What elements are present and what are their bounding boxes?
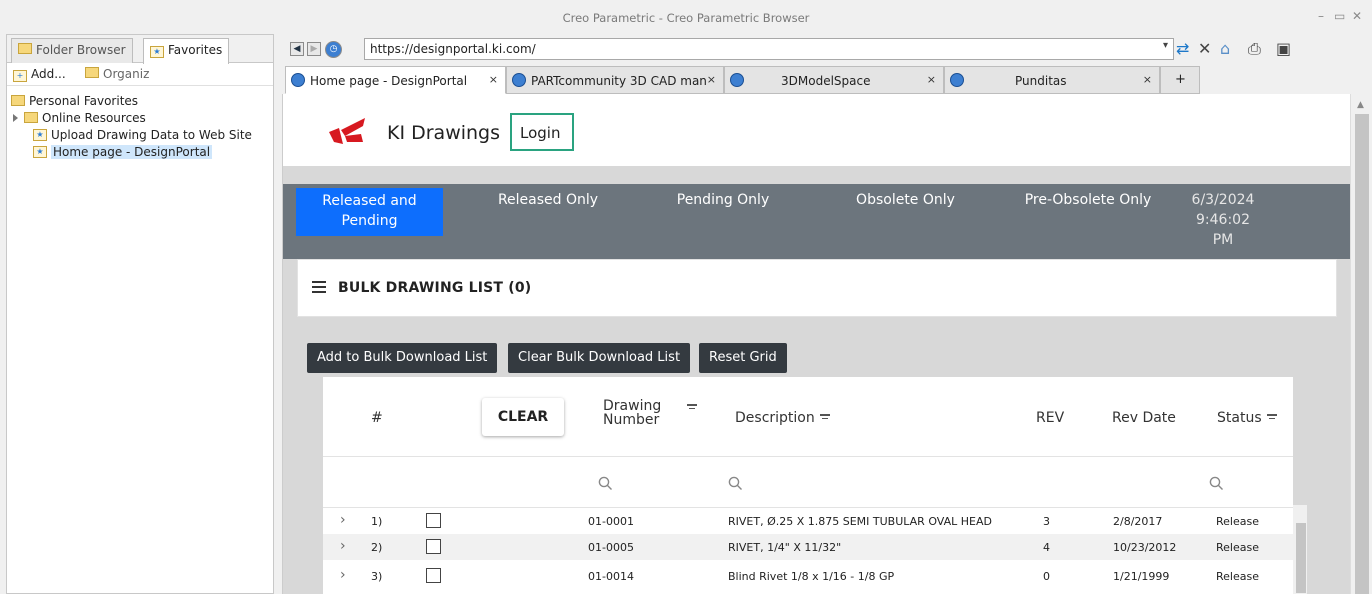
add-to-bulk-download-button[interactable]: Add to Bulk Download List	[307, 343, 498, 373]
expand-row-icon[interactable]: ›	[340, 567, 346, 583]
row-checkbox[interactable]	[426, 513, 441, 528]
description-search-icon[interactable]	[728, 476, 742, 490]
browser-tab-3dmodelspace[interactable]: 3DModelSpace ×	[724, 66, 944, 94]
close-tab-icon[interactable]: ×	[489, 73, 498, 86]
browser-tab-punditas[interactable]: Punditas ×	[944, 66, 1160, 94]
filter-pre-obsolete-only[interactable]: Pre-Obsolete Only	[1018, 190, 1158, 210]
creo-browser-icon	[291, 73, 305, 87]
current-datetime: 6/3/2024 9:46:02 PM	[1191, 192, 1255, 248]
row-checkbox[interactable]	[426, 568, 441, 583]
filter-obsolete-only[interactable]: Obsolete Only	[843, 190, 968, 210]
browser-tab-partcommunity[interactable]: PARTcommunity 3D CAD man ×	[506, 66, 724, 94]
creo-browser-icon	[512, 73, 526, 87]
expand-row-icon[interactable]: ›	[340, 512, 346, 528]
history-icon[interactable]: ◷	[325, 41, 342, 58]
close-tab-icon[interactable]: ×	[927, 73, 936, 86]
status-filter-bar: Released and Pending Released Only Pendi…	[283, 184, 1350, 259]
table-row[interactable]: › 3) 01-0014 Blind Rivet 1/8 x 1/16 - 1/…	[323, 563, 1293, 589]
header-separator	[323, 456, 1293, 457]
url-bar[interactable]: https://designportal.ki.com/	[364, 38, 1174, 60]
favorites-toolbar: + Add... Organiz	[7, 64, 273, 86]
expand-arrow-icon[interactable]	[13, 113, 18, 122]
grid-scrollbar[interactable]	[1293, 505, 1307, 594]
tree-item-upload-drawing[interactable]: ★ Upload Drawing Data to Web Site	[33, 126, 252, 143]
site-header: KI Drawings Login	[283, 94, 1350, 166]
close-window-icon[interactable]: ✕	[1352, 9, 1362, 23]
reset-grid-button[interactable]: Reset Grid	[699, 343, 787, 373]
print-icon[interactable]: ⎙	[1248, 39, 1261, 59]
filter-pending-only[interactable]: Pending Only	[663, 190, 783, 210]
refresh-icon[interactable]: ⇄	[1176, 39, 1189, 58]
tree-item-personal-favorites[interactable]: Personal Favorites	[11, 92, 138, 109]
expand-row-icon[interactable]: ›	[340, 538, 346, 554]
scroll-up-icon[interactable]: ▲	[1357, 100, 1364, 110]
column-header-rev: REV	[1036, 410, 1065, 426]
creo-browser-icon	[730, 73, 744, 87]
bulk-list-title: BULK DRAWING LIST (0)	[338, 280, 532, 296]
url-dropdown-icon[interactable]: ▾	[1163, 40, 1168, 51]
favorite-link-icon: ★	[33, 128, 47, 141]
filter-released-only[interactable]: Released Only	[483, 190, 613, 210]
hamburger-menu-icon[interactable]	[312, 281, 326, 296]
clear-selection-button[interactable]: CLEAR	[482, 398, 564, 436]
stop-icon[interactable]: ✕	[1198, 39, 1211, 58]
table-row[interactable]: › 1) 01-0001 RIVET, Ø.25 X 1.875 SEMI TU…	[323, 508, 1293, 534]
save-icon[interactable]: ▣	[1276, 39, 1291, 58]
add-favorite-button[interactable]: + Add...	[13, 67, 66, 82]
favorite-link-icon: ★	[33, 145, 47, 158]
minimize-icon[interactable]: –	[1318, 9, 1324, 23]
drawings-grid: # CLEAR Drawing Number Description REV R…	[323, 377, 1293, 594]
folder-icon	[24, 112, 38, 123]
drawing-search-icon[interactable]	[598, 476, 612, 490]
table-row[interactable]: › 2) 01-0005 RIVET, 1/4" X 11/32" 4 10/2…	[323, 534, 1293, 560]
ki-logo-icon	[329, 118, 365, 144]
organize-icon	[85, 67, 99, 78]
maximize-icon[interactable]: ▭	[1334, 9, 1345, 23]
status-search-icon[interactable]	[1209, 476, 1223, 490]
column-header-number: #	[371, 410, 383, 426]
folder-icon	[18, 43, 32, 54]
site-name: KI Drawings	[387, 122, 501, 144]
header-divider	[283, 166, 1350, 184]
filter-released-and-pending[interactable]: Released and Pending	[296, 188, 443, 236]
column-header-drawing-number[interactable]: Drawing Number	[603, 399, 661, 427]
tree-item-online-resources[interactable]: Online Resources	[13, 109, 146, 126]
column-header-rev-date: Rev Date	[1112, 410, 1176, 426]
drawing-list-area: BULK DRAWING LIST (0) Add to Bulk Downlo…	[283, 259, 1350, 594]
window-title-bar: Creo Parametric - Creo Parametric Browse…	[0, 0, 1372, 34]
bulk-list-header[interactable]: BULK DRAWING LIST (0)	[297, 259, 1337, 317]
url-text[interactable]: https://designportal.ki.com/	[370, 42, 536, 56]
home-icon[interactable]: ⌂	[1220, 39, 1230, 58]
organize-favorites-button[interactable]: Organiz	[85, 67, 149, 81]
column-header-description[interactable]: Description	[735, 410, 815, 426]
folder-icon	[11, 95, 25, 106]
page-scrollbar-thumb[interactable]	[1355, 114, 1369, 594]
row-checkbox[interactable]	[426, 539, 441, 554]
forward-arrow-icon[interactable]: ▶	[307, 42, 321, 56]
favorites-icon: ★	[150, 46, 164, 58]
close-tab-icon[interactable]: ×	[707, 73, 716, 86]
creo-browser-icon	[950, 73, 964, 87]
tree-item-home-page[interactable]: ★ Home page - DesignPortal	[33, 143, 213, 160]
navigator-pane: Folder Browser ★ Favorites + Add... Organi…	[6, 34, 274, 594]
filter-icon[interactable]	[820, 414, 830, 421]
tab-favorites[interactable]: ★ Favorites	[143, 38, 230, 64]
login-button[interactable]: Login	[510, 113, 574, 151]
clear-bulk-download-button[interactable]: Clear Bulk Download List	[508, 343, 691, 373]
window-title: Creo Parametric - Creo Parametric Browse…	[562, 11, 810, 25]
page-scrollbar[interactable]: ▲	[1350, 94, 1372, 594]
column-header-status[interactable]: Status	[1217, 410, 1262, 426]
web-content: KI Drawings Login Released and Pending R…	[282, 94, 1350, 594]
tab-folder-browser[interactable]: Folder Browser	[11, 38, 133, 63]
navigator-tabs: Folder Browser ★ Favorites	[7, 35, 273, 64]
browser-tab-home[interactable]: Home page - DesignPortal ×	[285, 66, 506, 94]
filter-icon[interactable]	[1267, 414, 1277, 421]
grid-scrollbar-thumb[interactable]	[1296, 523, 1306, 593]
filter-icon[interactable]	[687, 404, 697, 411]
back-arrow-icon[interactable]: ◀	[290, 42, 304, 56]
add-favorite-icon: +	[13, 70, 27, 82]
close-tab-icon[interactable]: ×	[1143, 73, 1152, 86]
new-tab-button[interactable]: +	[1160, 66, 1200, 94]
